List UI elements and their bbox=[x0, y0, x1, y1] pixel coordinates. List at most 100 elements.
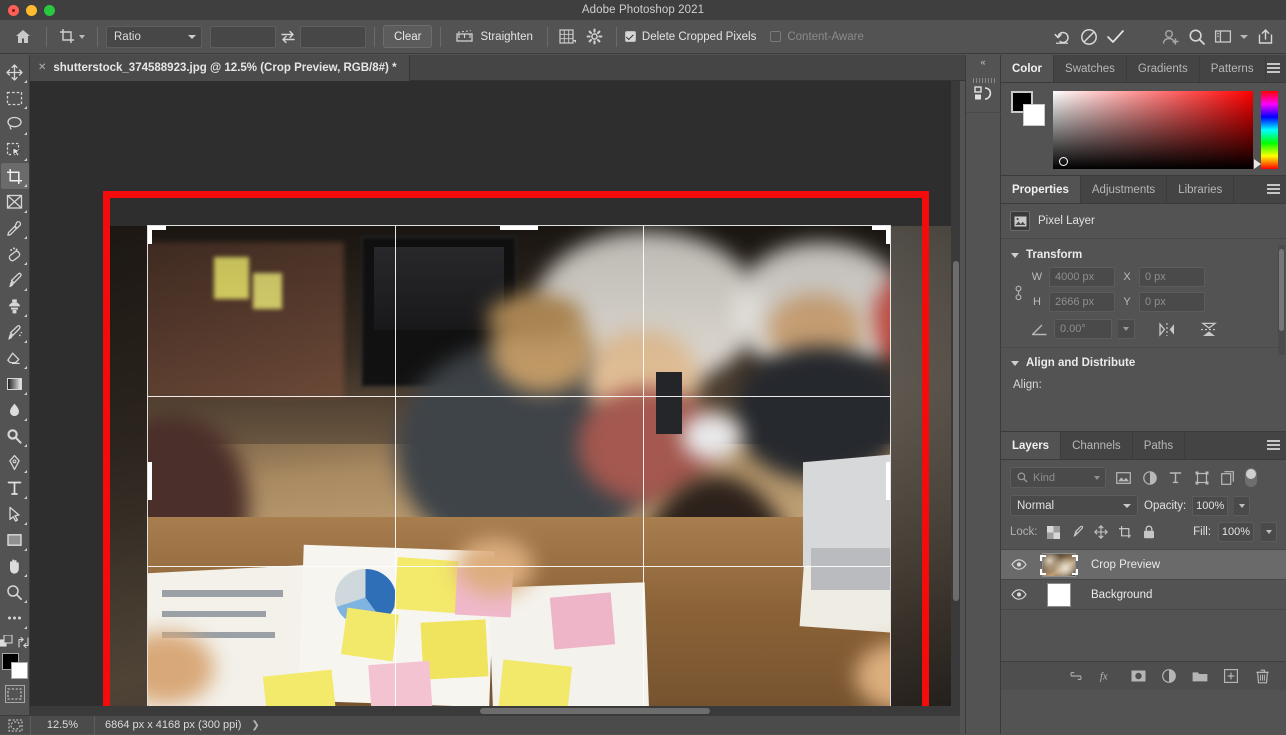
tool-zoom[interactable] bbox=[1, 579, 29, 605]
add-layer-mask-icon[interactable] bbox=[1130, 668, 1146, 684]
tool-move[interactable] bbox=[1, 59, 29, 85]
swap-dimensions-button[interactable] bbox=[276, 25, 300, 49]
maximize-window-button[interactable] bbox=[44, 4, 55, 16]
tool-object-selection[interactable] bbox=[1, 137, 29, 163]
quick-mask-button[interactable] bbox=[4, 685, 25, 703]
color-panel-body[interactable] bbox=[1001, 83, 1286, 175]
tab-patterns[interactable]: Patterns bbox=[1200, 55, 1266, 82]
scrollbar-thumb[interactable] bbox=[480, 708, 710, 714]
layer-visibility-toggle[interactable] bbox=[1001, 589, 1037, 600]
chevron-right-icon[interactable]: ❯ bbox=[251, 720, 259, 731]
canvas-vertical-scrollbar[interactable] bbox=[951, 81, 960, 715]
collapse-panels-button[interactable]: « bbox=[966, 55, 1000, 69]
crop-handle-top-left-v[interactable] bbox=[148, 226, 152, 244]
type-filter-icon[interactable] bbox=[1167, 469, 1184, 486]
canvas-area[interactable] bbox=[30, 81, 960, 715]
fill-dropdown-button[interactable] bbox=[1261, 522, 1277, 542]
tab-properties[interactable]: Properties bbox=[1001, 176, 1081, 203]
opacity-dropdown-button[interactable] bbox=[1234, 495, 1251, 516]
tool-spot-healing-brush[interactable] bbox=[1, 241, 29, 267]
tab-swatches[interactable]: Swatches bbox=[1054, 55, 1127, 82]
tool-path-selection[interactable] bbox=[1, 501, 29, 527]
tool-dodge[interactable] bbox=[1, 423, 29, 449]
tool-rectangle-shape[interactable] bbox=[1, 527, 29, 553]
reset-crop-button[interactable] bbox=[1050, 24, 1076, 50]
workspace-switcher-button[interactable] bbox=[1210, 24, 1236, 50]
crop-selection-box[interactable] bbox=[147, 225, 891, 715]
delete-cropped-pixels-checkbox[interactable]: Delete Cropped Pixels bbox=[624, 20, 756, 54]
tab-channels[interactable]: Channels bbox=[1061, 432, 1133, 459]
delete-layer-icon[interactable] bbox=[1254, 668, 1270, 684]
pixel-filter-icon[interactable] bbox=[1115, 469, 1132, 486]
layer-row-background[interactable]: Background bbox=[1001, 580, 1286, 610]
search-button[interactable] bbox=[1184, 24, 1210, 50]
transform-width-input[interactable] bbox=[1049, 267, 1115, 287]
tab-adjustments[interactable]: Adjustments bbox=[1081, 176, 1168, 203]
crop-handle-top-right-v[interactable] bbox=[886, 226, 890, 244]
tool-clone-stamp[interactable] bbox=[1, 293, 29, 319]
tool-edit-toolbar[interactable] bbox=[1, 605, 29, 631]
background-color-swatch[interactable] bbox=[1023, 104, 1045, 126]
tool-frame[interactable] bbox=[1, 189, 29, 215]
new-adjustment-layer-icon[interactable] bbox=[1161, 668, 1177, 684]
crop-handle-top-center[interactable] bbox=[500, 226, 538, 230]
align-section-header[interactable]: Align and Distribute bbox=[1001, 347, 1286, 375]
tool-rectangular-marquee[interactable] bbox=[1, 85, 29, 111]
tab-color[interactable]: Color bbox=[1001, 55, 1055, 82]
properties-scrollbar[interactable] bbox=[1278, 245, 1285, 355]
tool-crop[interactable] bbox=[0, 163, 29, 189]
layer-row-crop-preview[interactable]: Crop Preview bbox=[1001, 550, 1286, 580]
default-colors-icon[interactable] bbox=[0, 635, 13, 649]
status-zoom-level[interactable]: 12.5% bbox=[30, 715, 94, 735]
tool-lasso[interactable] bbox=[1, 111, 29, 137]
window-controls[interactable] bbox=[8, 0, 55, 20]
cancel-crop-button[interactable] bbox=[1076, 24, 1102, 50]
status-document-info[interactable]: 6864 px x 4168 px (300 ppi) bbox=[94, 715, 251, 735]
tab-paths[interactable]: Paths bbox=[1133, 432, 1186, 459]
transform-height-input[interactable] bbox=[1049, 292, 1115, 312]
invite-collaborators-button[interactable] bbox=[1158, 24, 1184, 50]
foreground-background-color[interactable] bbox=[1, 653, 28, 679]
adjustment-filter-icon[interactable] bbox=[1141, 469, 1158, 486]
layer-visibility-toggle[interactable] bbox=[1001, 559, 1037, 570]
crop-handle-middle-left[interactable] bbox=[148, 462, 152, 500]
commit-crop-button[interactable] bbox=[1102, 24, 1128, 50]
share-export-button[interactable] bbox=[1252, 24, 1278, 50]
link-constrain-icon[interactable] bbox=[1011, 267, 1025, 303]
shape-filter-icon[interactable] bbox=[1193, 469, 1210, 486]
lock-image-pixels-icon[interactable] bbox=[1069, 524, 1086, 541]
canvas-horizontal-scrollbar[interactable] bbox=[30, 706, 960, 715]
tool-history-brush[interactable] bbox=[1, 319, 29, 345]
color-picker-field[interactable] bbox=[1053, 91, 1253, 169]
hue-slider-handle[interactable] bbox=[1254, 159, 1261, 169]
crop-settings-button[interactable] bbox=[582, 24, 608, 50]
filter-toggle-icon[interactable] bbox=[1245, 468, 1257, 487]
crop-width-input[interactable] bbox=[210, 25, 276, 48]
scrollbar-thumb[interactable] bbox=[953, 261, 959, 601]
link-layers-icon[interactable] bbox=[1068, 668, 1084, 684]
transform-y-input[interactable] bbox=[1139, 292, 1205, 312]
lock-transparent-pixels-icon[interactable] bbox=[1045, 524, 1062, 541]
tool-preset-picker[interactable] bbox=[55, 28, 89, 45]
new-group-icon[interactable] bbox=[1192, 668, 1208, 684]
crop-handle-middle-right[interactable] bbox=[886, 462, 890, 500]
close-icon[interactable]: ✕ bbox=[38, 63, 46, 73]
swap-colors-icon[interactable] bbox=[17, 636, 30, 649]
new-layer-icon[interactable] bbox=[1223, 668, 1239, 684]
hue-slider[interactable] bbox=[1254, 91, 1278, 169]
tool-hand[interactable] bbox=[1, 553, 29, 579]
clear-button[interactable]: Clear bbox=[383, 25, 433, 48]
lock-position-icon[interactable] bbox=[1093, 524, 1110, 541]
angle-dropdown-button[interactable] bbox=[1118, 319, 1135, 339]
close-window-button[interactable] bbox=[8, 4, 19, 16]
lock-artboard-icon[interactable] bbox=[1117, 524, 1134, 541]
document-tab[interactable]: ✕ shutterstock_374588923.jpg @ 12.5% (Cr… bbox=[30, 55, 410, 81]
smart-object-filter-icon[interactable] bbox=[1219, 469, 1236, 486]
status-selection-button[interactable] bbox=[0, 716, 30, 735]
tool-eraser[interactable] bbox=[1, 345, 29, 371]
lock-all-icon[interactable] bbox=[1141, 524, 1158, 541]
layer-style-fx-icon[interactable]: fx bbox=[1099, 668, 1115, 684]
fill-value[interactable]: 100% bbox=[1218, 522, 1254, 542]
tool-pen[interactable] bbox=[1, 449, 29, 475]
tab-gradients[interactable]: Gradients bbox=[1127, 55, 1200, 82]
